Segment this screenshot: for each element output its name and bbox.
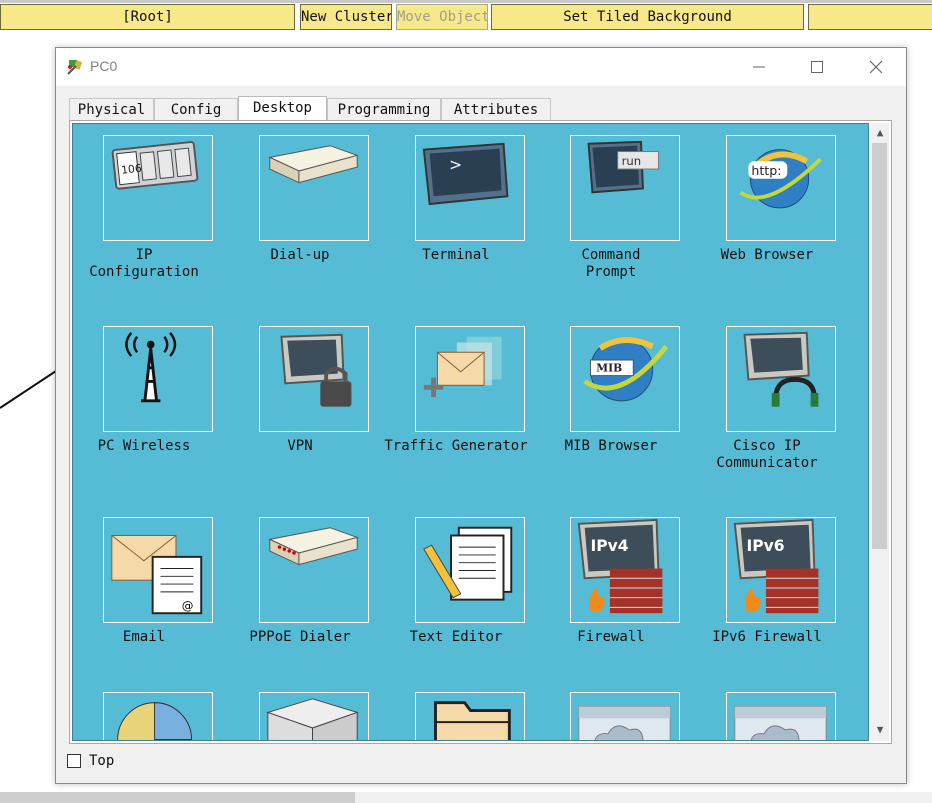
tab-attributes[interactable]: Attributes — [441, 98, 551, 120]
packet-tracer-app-icon — [67, 60, 83, 75]
app-icon-box[interactable]: 106 — [103, 135, 213, 241]
ip-communicator-icon — [743, 331, 819, 407]
cloud-window-icon — [578, 706, 671, 740]
tab-physical[interactable]: Physical — [69, 98, 154, 120]
app-label: VPN — [287, 438, 313, 454]
mib-browser-icon: MIB — [583, 337, 669, 402]
app-icon-box[interactable]: IPv4 — [570, 517, 680, 623]
modem-icon — [268, 145, 359, 184]
app-icon-box[interactable]: run — [570, 135, 680, 241]
network-link-line — [0, 370, 57, 409]
app-label: Web Browser — [720, 247, 814, 263]
app-label: Email — [122, 629, 166, 645]
svg-text:>: > — [449, 156, 462, 174]
close-button[interactable] — [853, 52, 899, 82]
svg-text:MIB: MIB — [596, 362, 622, 375]
app-icon-box[interactable] — [259, 692, 369, 740]
app-label: Dial-up — [270, 247, 330, 263]
firewall-icon: IPv4 — [577, 518, 663, 614]
ip-configuration-icon: 106 — [111, 141, 199, 190]
app-label: PC Wireless — [97, 438, 191, 454]
app-icon-box[interactable] — [103, 326, 213, 432]
app-label: Command Prompt — [581, 247, 641, 280]
command-prompt-icon: run — [587, 140, 659, 194]
window-titlebar[interactable]: PC0 — [56, 48, 906, 86]
close-icon — [869, 60, 883, 74]
app-label: Text Editor — [409, 629, 503, 645]
workspace-horizontal-scrollbar[interactable] — [0, 792, 932, 803]
window-title: PC0 — [90, 58, 118, 74]
pie-chart-icon — [117, 702, 192, 740]
ipv6-firewall-icon: IPv6 — [733, 518, 819, 614]
app-icon-box[interactable]: @ — [103, 517, 213, 623]
desktop-panel: 106 IP Configuration Dial-up > Terminal run Co… — [69, 120, 892, 744]
minimize-icon — [753, 66, 765, 68]
svg-text:run: run — [622, 154, 642, 168]
app-icon-box[interactable] — [726, 692, 836, 740]
app-icon-box[interactable]: IPv6 — [726, 517, 836, 623]
set-tiled-background-button[interactable]: Set Tiled Background — [491, 4, 804, 30]
app-label: Cisco IP Communicator — [716, 438, 818, 471]
app-label: IPv6 Firewall — [712, 629, 822, 645]
top-checkbox[interactable] — [67, 754, 81, 768]
root-button[interactable]: [Root] — [0, 4, 295, 30]
traffic-generator-icon — [423, 336, 502, 397]
pc0-window: PC0 Physical Config Desktop Programming … — [55, 47, 907, 784]
workspace-scrollbar-thumb[interactable] — [0, 792, 355, 803]
app-icon-box[interactable]: MIB — [570, 326, 680, 432]
app-icon-box[interactable] — [259, 517, 369, 623]
folder-icon — [434, 701, 511, 740]
new-cluster-button[interactable]: New Cluster — [300, 4, 392, 30]
app-icon-box[interactable] — [415, 517, 525, 623]
app-label: Traffic Generator — [384, 438, 528, 454]
wireless-antenna-icon — [125, 332, 177, 403]
app-label: PPPoE Dialer — [249, 629, 351, 645]
app-icon-box[interactable] — [415, 692, 525, 740]
vpn-lock-icon — [280, 333, 352, 407]
app-icon-box[interactable] — [259, 326, 369, 432]
scroll-up-icon[interactable]: ▲ — [874, 127, 886, 139]
maximize-icon — [811, 61, 823, 73]
app-label: Firewall — [577, 629, 645, 645]
minimize-button[interactable] — [736, 52, 782, 82]
move-object-button[interactable]: Move Object — [396, 4, 488, 30]
app-label: MIB Browser — [564, 438, 658, 454]
svg-text:106: 106 — [121, 162, 143, 177]
workspace-toolbar: [Root] New Cluster Move Object Set Tiled… — [0, 0, 932, 34]
svg-text:@: @ — [182, 598, 194, 612]
text-editor-icon — [423, 526, 513, 601]
tab-desktop[interactable]: Desktop — [238, 96, 327, 121]
app-icon-box[interactable]: > — [415, 135, 525, 241]
desktop-scrollbar-thumb[interactable] — [872, 143, 887, 549]
app-icon-box[interactable] — [259, 135, 369, 241]
desktop-vertical-scrollbar[interactable]: ▲ ▼ — [870, 123, 889, 741]
svg-text:IPv4: IPv4 — [590, 537, 628, 555]
top-checkbox-label: Top — [89, 753, 115, 769]
tab-programming[interactable]: Programming — [327, 98, 441, 120]
svg-text:IPv6: IPv6 — [746, 537, 784, 555]
svg-text:http:: http: — [751, 163, 781, 178]
app-icon-box[interactable]: http: — [726, 135, 836, 241]
app-icon-box[interactable] — [570, 692, 680, 740]
app-label: Terminal — [422, 247, 490, 263]
app-icon-box[interactable] — [103, 692, 213, 740]
app-icon-box[interactable] — [415, 326, 525, 432]
email-icon: @ — [111, 535, 203, 615]
cloud-window-icon — [734, 706, 827, 740]
desktop-app-grid: 106 IP Configuration Dial-up > Terminal run Co… — [72, 123, 869, 741]
app-icon-box[interactable] — [726, 326, 836, 432]
terminal-icon: > — [422, 142, 509, 206]
app-label: IP Configuration — [89, 247, 199, 280]
scroll-down-icon[interactable]: ▼ — [874, 724, 886, 736]
pppoe-dialer-icon — [268, 527, 359, 566]
web-browser-icon: http: — [739, 149, 822, 209]
tab-config[interactable]: Config — [154, 98, 238, 120]
toolbar-empty-button[interactable] — [808, 4, 932, 30]
toolbar-top-strip — [0, 0, 932, 3]
package-box-icon — [266, 698, 359, 740]
maximize-button[interactable] — [794, 52, 840, 82]
